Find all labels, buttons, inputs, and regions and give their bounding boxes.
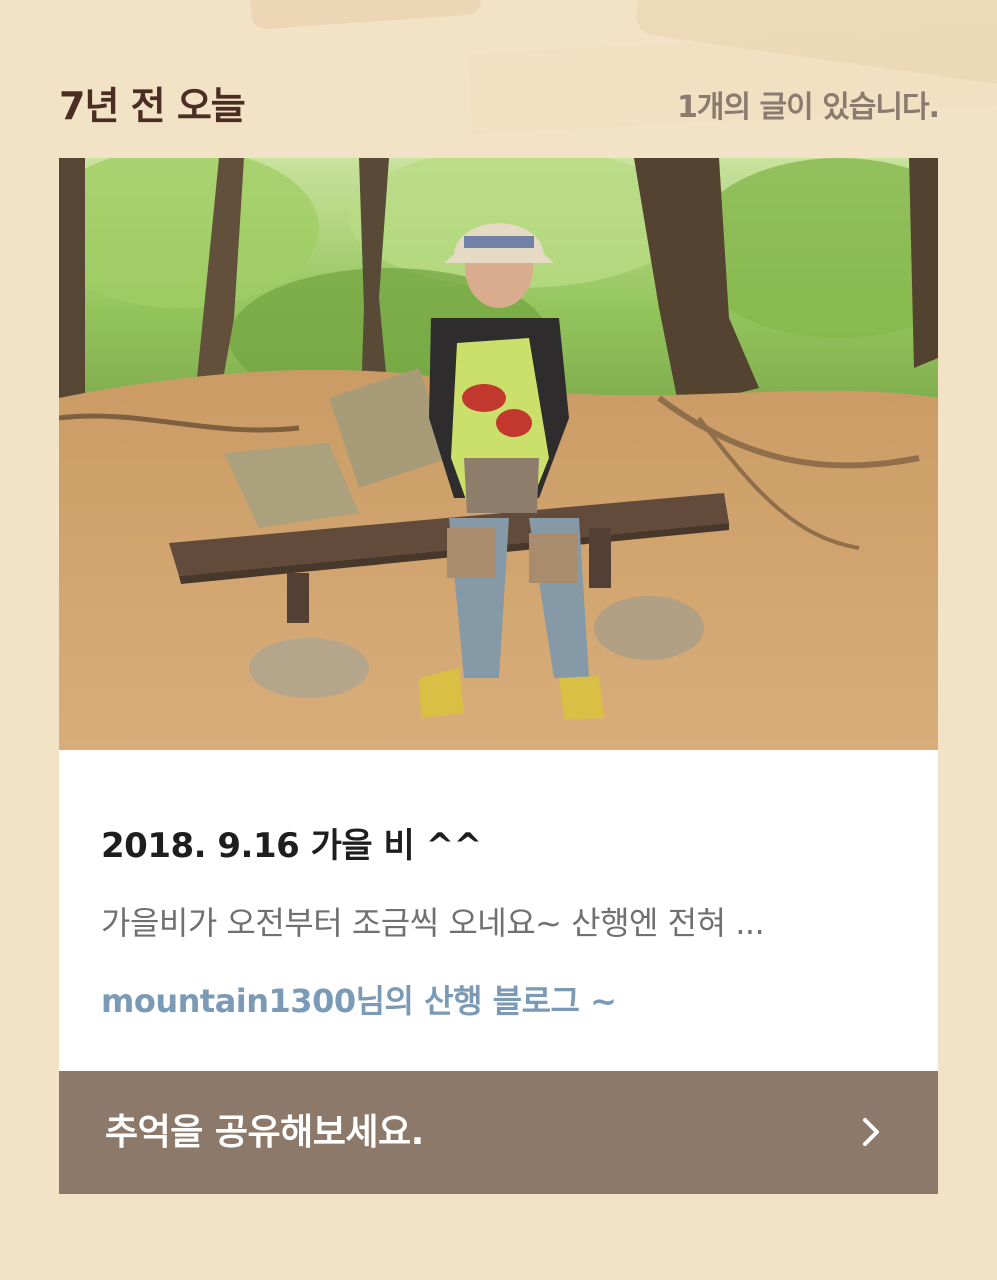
share-memory-label: 추억을 공유해보세요. [105, 1112, 424, 1153]
post-photo[interactable] [59, 158, 938, 750]
post-title[interactable]: 2018. 9.16 가을 비 ^^ [101, 818, 482, 867]
post-excerpt[interactable]: 가을비가 오전부터 조금씩 오네요~ 산행엔 전혀 ... [101, 898, 901, 944]
memory-header: 7년 전 오늘 1개의 글이 있습니다. [59, 78, 940, 134]
share-memory-button[interactable]: 추억을 공유해보세요. [59, 1071, 938, 1194]
page-title: 7년 전 오늘 [59, 84, 246, 128]
blog-name-link[interactable]: mountain1300님의 산행 블로그 ~ [101, 976, 617, 1022]
background-decoration [248, 0, 482, 30]
chevron-right-icon [863, 1118, 879, 1146]
hiker-on-bench-photo [59, 158, 938, 750]
post-count-text: 1개의 글이 있습니다. [677, 90, 940, 125]
memory-card[interactable]: 2018. 9.16 가을 비 ^^ 가을비가 오전부터 조금씩 오네요~ 산행… [59, 158, 938, 1194]
